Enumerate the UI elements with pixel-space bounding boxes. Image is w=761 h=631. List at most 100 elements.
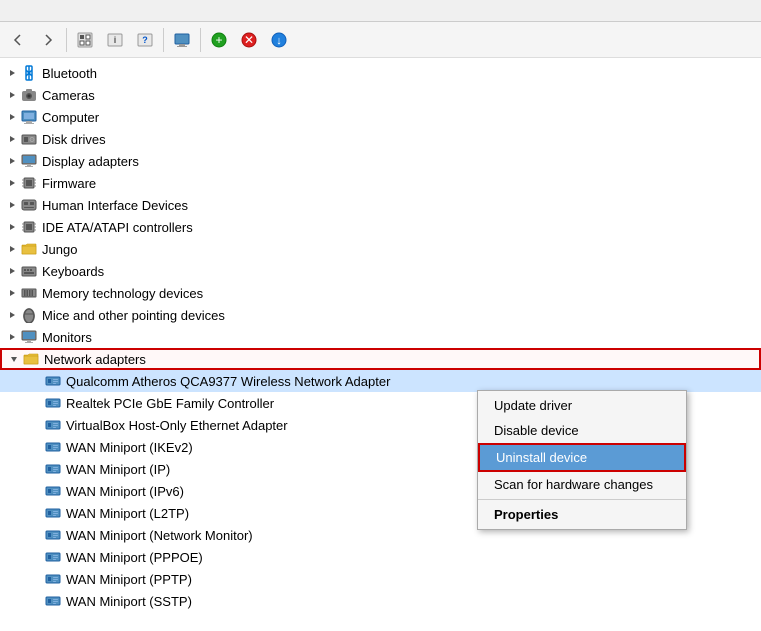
ctx-item-properties[interactable]: Properties bbox=[478, 502, 686, 527]
tree-label-wan-pppoe: WAN Miniport (PPPOE) bbox=[66, 550, 203, 565]
expand-icon-hid[interactable] bbox=[4, 197, 20, 213]
expand-icon-wan-ipv6[interactable] bbox=[28, 483, 44, 499]
tree-label-wan-ipv6: WAN Miniport (IPv6) bbox=[66, 484, 184, 499]
tree-label-wan-sstp: WAN Miniport (SSTP) bbox=[66, 594, 192, 609]
ctx-item-disable-device[interactable]: Disable device bbox=[478, 418, 686, 443]
tree-icon-monitors bbox=[20, 328, 38, 346]
tree-label-qualcomm: Qualcomm Atheros QCA9377 Wireless Networ… bbox=[66, 374, 390, 389]
show-hidden-button[interactable] bbox=[71, 26, 99, 54]
tree-label-computer: Computer bbox=[42, 110, 99, 125]
expand-icon-virtualbox[interactable] bbox=[28, 417, 44, 433]
expand-icon-ide[interactable] bbox=[4, 219, 20, 235]
expand-icon-wan-sstp[interactable] bbox=[28, 593, 44, 609]
svg-text:✕: ✕ bbox=[244, 33, 254, 47]
tree-label-monitors: Monitors bbox=[42, 330, 92, 345]
expand-icon-mice[interactable] bbox=[4, 307, 20, 323]
tree-icon-firmware bbox=[20, 174, 38, 192]
expand-icon-monitors[interactable] bbox=[4, 329, 20, 345]
tree-label-keyboards: Keyboards bbox=[42, 264, 104, 279]
tree-icon-network bbox=[22, 350, 40, 368]
expand-icon-qualcomm[interactable] bbox=[28, 373, 44, 389]
svg-text:+: + bbox=[215, 33, 222, 47]
update-button[interactable]: ↓ bbox=[265, 26, 293, 54]
expand-icon-firmware[interactable] bbox=[4, 175, 20, 191]
expand-icon-wan-ip[interactable] bbox=[28, 461, 44, 477]
tree-item-cameras[interactable]: Cameras bbox=[0, 84, 761, 106]
expand-icon-wan-ikev2[interactable] bbox=[28, 439, 44, 455]
monitor-button[interactable] bbox=[168, 26, 196, 54]
tree-item-display-adapters[interactable]: Display adapters bbox=[0, 150, 761, 172]
tree-item-disk-drives[interactable]: Disk drives bbox=[0, 128, 761, 150]
expand-icon-cameras[interactable] bbox=[4, 87, 20, 103]
tree-item-wan-pppoe[interactable]: WAN Miniport (PPPOE) bbox=[0, 546, 761, 568]
ctx-item-scan-hardware[interactable]: Scan for hardware changes bbox=[478, 472, 686, 497]
menu-view[interactable] bbox=[36, 9, 52, 13]
help-button[interactable]: ? bbox=[131, 26, 159, 54]
tree-icon-wan-sstp bbox=[44, 592, 62, 610]
tree-item-monitors[interactable]: Monitors bbox=[0, 326, 761, 348]
tree-label-jungo: Jungo bbox=[42, 242, 77, 257]
forward-button[interactable] bbox=[34, 26, 62, 54]
menu-help[interactable] bbox=[52, 9, 68, 13]
tree-item-network[interactable]: Network adapters bbox=[0, 348, 761, 370]
tree-label-network: Network adapters bbox=[44, 352, 146, 367]
toolbar-sep-3 bbox=[200, 28, 201, 52]
expand-icon-computer[interactable] bbox=[4, 109, 20, 125]
tree-label-bluetooth: Bluetooth bbox=[42, 66, 97, 81]
ctx-item-uninstall-device[interactable]: Uninstall device bbox=[478, 443, 686, 472]
toolbar: i ? + ✕ ↓ bbox=[0, 22, 761, 58]
ctx-item-update-driver[interactable]: Update driver bbox=[478, 393, 686, 418]
tree-label-realtek: Realtek PCIe GbE Family Controller bbox=[66, 396, 274, 411]
expand-icon-bluetooth[interactable] bbox=[4, 65, 20, 81]
tree-label-ide: IDE ATA/ATAPI controllers bbox=[42, 220, 193, 235]
menu-action[interactable] bbox=[20, 9, 36, 13]
context-menu: Update driverDisable deviceUninstall dev… bbox=[477, 390, 687, 530]
tree-icon-ide bbox=[20, 218, 38, 236]
tree-item-memory[interactable]: Memory technology devices bbox=[0, 282, 761, 304]
expand-icon-disk-drives[interactable] bbox=[4, 131, 20, 147]
add-button[interactable]: + bbox=[205, 26, 233, 54]
tree-item-keyboards[interactable]: Keyboards bbox=[0, 260, 761, 282]
svg-text:↓: ↓ bbox=[276, 35, 282, 47]
tree-item-jungo[interactable]: Jungo bbox=[0, 238, 761, 260]
tree-label-wan-pptp: WAN Miniport (PPTP) bbox=[66, 572, 192, 587]
expand-icon-wan-nm[interactable] bbox=[28, 527, 44, 543]
svg-text:i: i bbox=[114, 35, 117, 45]
tree-icon-memory bbox=[20, 284, 38, 302]
tree-icon-wan-ikev2 bbox=[44, 438, 62, 456]
expand-icon-jungo[interactable] bbox=[4, 241, 20, 257]
tree-label-virtualbox: VirtualBox Host-Only Ethernet Adapter bbox=[66, 418, 288, 433]
expand-icon-memory[interactable] bbox=[4, 285, 20, 301]
tree-item-firmware[interactable]: Firmware bbox=[0, 172, 761, 194]
tree-icon-keyboards bbox=[20, 262, 38, 280]
tree-label-mice: Mice and other pointing devices bbox=[42, 308, 225, 323]
tree-item-wan-sstp[interactable]: WAN Miniport (SSTP) bbox=[0, 590, 761, 612]
remove-button[interactable]: ✕ bbox=[235, 26, 263, 54]
expand-icon-keyboards[interactable] bbox=[4, 263, 20, 279]
tree-item-qualcomm[interactable]: Qualcomm Atheros QCA9377 Wireless Networ… bbox=[0, 370, 761, 392]
tree-item-ide[interactable]: IDE ATA/ATAPI controllers bbox=[0, 216, 761, 238]
tree-item-computer[interactable]: Computer bbox=[0, 106, 761, 128]
expand-icon-wan-pppoe[interactable] bbox=[28, 549, 44, 565]
expand-icon-realtek[interactable] bbox=[28, 395, 44, 411]
toolbar-sep-1 bbox=[66, 28, 67, 52]
menu-file[interactable] bbox=[4, 9, 20, 13]
tree-label-wan-ikev2: WAN Miniport (IKEv2) bbox=[66, 440, 193, 455]
toolbar-sep-2 bbox=[163, 28, 164, 52]
tree-item-wan-pptp[interactable]: WAN Miniport (PPTP) bbox=[0, 568, 761, 590]
tree-icon-wan-l2tp bbox=[44, 504, 62, 522]
tree-icon-cameras bbox=[20, 86, 38, 104]
properties-button[interactable]: i bbox=[101, 26, 129, 54]
tree-icon-hid bbox=[20, 196, 38, 214]
expand-icon-network[interactable] bbox=[6, 351, 22, 367]
device-tree[interactable]: Bluetooth Cameras Computer Disk drives bbox=[0, 58, 761, 631]
expand-icon-display-adapters[interactable] bbox=[4, 153, 20, 169]
back-button[interactable] bbox=[4, 26, 32, 54]
tree-item-mice[interactable]: Mice and other pointing devices bbox=[0, 304, 761, 326]
tree-label-wan-l2tp: WAN Miniport (L2TP) bbox=[66, 506, 189, 521]
expand-icon-wan-l2tp[interactable] bbox=[28, 505, 44, 521]
tree-icon-jungo bbox=[20, 240, 38, 258]
tree-item-hid[interactable]: Human Interface Devices bbox=[0, 194, 761, 216]
tree-item-bluetooth[interactable]: Bluetooth bbox=[0, 62, 761, 84]
expand-icon-wan-pptp[interactable] bbox=[28, 571, 44, 587]
